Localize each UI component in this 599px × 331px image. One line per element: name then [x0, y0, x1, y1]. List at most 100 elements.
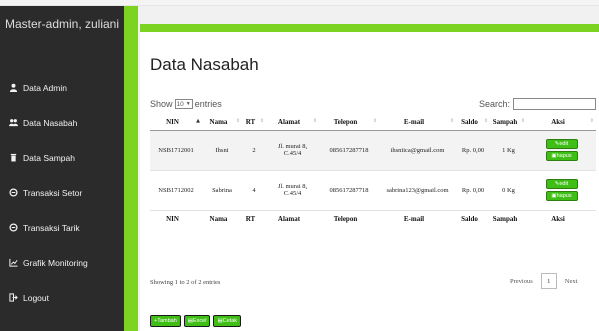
row-actions: ✎ edit ▣ hapus — [527, 139, 596, 161]
entries-length: Show 10 ▼ entries — [150, 99, 222, 109]
table-header-row: NIN ▲ Nama ⇕ RT ⇕ Alamat ⇕ Telepon ⇕ E-mail ⇕ … — [150, 114, 596, 131]
sidebar-item-label: Grafik Monitoring — [23, 257, 88, 268]
pagination: Previous 1 Next — [510, 273, 577, 289]
column-header-aksi[interactable]: Aksi ⇕ — [527, 114, 596, 131]
entries-label: entries — [194, 99, 222, 109]
data-table: NIN ▲ Nama ⇕ RT ⇕ Alamat ⇕ Telepon ⇕ E-mail ⇕ … — [150, 114, 596, 228]
edit-button[interactable]: ✎ edit — [545, 179, 578, 189]
tambah-button[interactable]: + Tambah — [150, 315, 181, 327]
sidebar-item-label: Data Admin — [23, 82, 67, 93]
chart-icon — [9, 258, 18, 267]
next-button[interactable]: Next — [565, 278, 578, 285]
row-actions: ✎ edit ▣ hapus — [527, 179, 596, 201]
cell-sampah: 1 Kg — [490, 130, 527, 171]
column-header-sampah[interactable]: Sampah ⇕ — [490, 114, 527, 131]
footer-header-nama: Nama — [202, 209, 242, 228]
trash-icon — [9, 153, 18, 162]
edit-button[interactable]: ✎ edit — [545, 139, 578, 149]
sidebar-item-label: Data Sampah — [23, 152, 75, 163]
user-icon — [9, 83, 18, 92]
hapus-button[interactable]: ▣ hapus — [545, 191, 578, 201]
sidebar-item-label: Data Nasabah — [23, 117, 78, 128]
column-header-email[interactable]: E-mail ⇕ — [379, 114, 456, 131]
sort-icon: ⇕ — [449, 118, 454, 124]
column-header-telepon[interactable]: Telepon ⇕ — [319, 114, 379, 131]
cell-rt: 4 — [242, 170, 266, 211]
sort-asc-icon: ▲ — [196, 118, 200, 124]
logout-icon — [9, 293, 18, 302]
footer-header-sampah: Sampah — [490, 209, 527, 228]
footer-header-aksi: Aksi — [527, 209, 596, 228]
table-controls: Show 10 ▼ entries Search: — [150, 98, 596, 112]
cell-saldo: Rp. 0,00 — [456, 170, 490, 211]
cell-email: sabrina123@gmail.com — [379, 170, 456, 211]
search-label: Search: — [478, 99, 510, 109]
chevron-down-icon: ▼ — [185, 101, 191, 107]
table-info: Showing 1 to 2 of 2 entries — [150, 279, 221, 286]
cell-alamat: Jl. murai 8, C.45/4 — [266, 170, 319, 211]
search-area: Search: — [479, 98, 596, 110]
sidebar-item-data-admin[interactable]: Data Admin — [0, 70, 124, 105]
bottom-actions: + Tambah ▤ Excel ▤ Cetak — [150, 315, 242, 327]
exchange-icon — [9, 188, 18, 197]
sort-icon: ⇕ — [259, 118, 264, 124]
entries-select[interactable]: 10 ▼ — [174, 99, 193, 109]
footer-header-alamat: Alamat — [266, 209, 319, 228]
cell-alamat: Jl. murai 8, C.45/4 — [266, 130, 319, 171]
entries-select-value: 10 — [176, 100, 184, 108]
cell-telepon: 085617287718 — [319, 170, 379, 211]
column-header-alamat[interactable]: Alamat ⇕ — [266, 114, 319, 131]
page-button[interactable]: 1 — [540, 273, 557, 289]
cell-rt: 2 — [242, 130, 266, 171]
sort-icon: ⇕ — [589, 118, 594, 124]
footer-header-telepon: Telepon — [319, 209, 379, 228]
page-title: Data Nasabah — [150, 55, 259, 74]
sidebar-item-transaksi-tarik[interactable]: Transaksi Tarik — [0, 210, 124, 245]
sidebar-user-name: Master-admin, zuliani — [4, 17, 120, 31]
sort-icon: ⇕ — [372, 118, 377, 124]
footer-header-email: E-mail — [379, 209, 456, 228]
hapus-button[interactable]: ▣ hapus — [545, 151, 578, 161]
cell-nama: Ihsni — [202, 130, 242, 171]
sort-icon: ⇕ — [312, 118, 317, 124]
exchange-icon — [9, 223, 18, 232]
content-card: Data Nasabah Show 10 ▼ entries Search: N… — [140, 24, 599, 331]
footer-header-saldo: Saldo — [456, 209, 490, 228]
cell-nin: NSB1712001 — [150, 130, 202, 171]
cell-email: ihsniica@gmail.com — [379, 130, 456, 171]
sidebar-item-data-nasabah[interactable]: Data Nasabah — [0, 105, 124, 140]
cell-nama: Sabrina — [202, 170, 242, 211]
cell-aksi: ✎ edit ▣ hapus — [527, 130, 596, 171]
column-header-nin[interactable]: NIN ▲ — [150, 114, 202, 131]
cell-telepon: 085617287718 — [319, 130, 379, 171]
excel-button[interactable]: ▤ Excel — [183, 315, 211, 327]
column-header-saldo[interactable]: Saldo ⇕ — [456, 114, 490, 131]
column-header-rt[interactable]: RT ⇕ — [242, 114, 266, 131]
sort-icon: ⇕ — [235, 118, 240, 124]
users-icon — [9, 118, 18, 127]
sort-icon: ⇕ — [520, 118, 525, 124]
sidebar-item-logout[interactable]: Logout — [0, 280, 124, 315]
sidebar-item-transaksi-setor[interactable]: Transaksi Setor — [0, 175, 124, 210]
table-row: NSB1712001 Ihsni 2 Jl. murai 8, C.45/4 08… — [150, 130, 596, 171]
cell-aksi: ✎ edit ▣ hapus — [527, 170, 596, 211]
sort-icon: ⇕ — [483, 118, 488, 124]
table-row: NSB1712002 Sabrina 4 Jl. murai 8, C.45/4 … — [150, 170, 596, 211]
cell-saldo: Rp. 0,00 — [456, 130, 490, 171]
sidebar-item-data-sampah[interactable]: Data Sampah — [0, 140, 124, 175]
accent-bar — [124, 6, 138, 331]
footer-header-rt: RT — [242, 209, 266, 228]
footer-header-nin: NIN — [150, 209, 202, 228]
sidebar-item-label: Transaksi Setor — [23, 187, 83, 198]
sidebar: Master-admin, zuliani Data Admin Data Na… — [0, 6, 124, 331]
previous-button[interactable]: Previous — [510, 278, 533, 285]
show-label: Show — [150, 99, 173, 109]
cell-sampah: 0 Kg — [490, 170, 527, 211]
search-input[interactable] — [513, 98, 596, 110]
sidebar-item-label: Transaksi Tarik — [23, 222, 80, 233]
main-area: Data Nasabah Show 10 ▼ entries Search: N… — [138, 6, 599, 331]
column-header-nama[interactable]: Nama ⇕ — [202, 114, 242, 131]
cetak-button[interactable]: ▤ Cetak — [213, 315, 242, 327]
cell-nin: NSB1712002 — [150, 170, 202, 211]
sidebar-item-grafik-monitoring[interactable]: Grafik Monitoring — [0, 245, 124, 280]
